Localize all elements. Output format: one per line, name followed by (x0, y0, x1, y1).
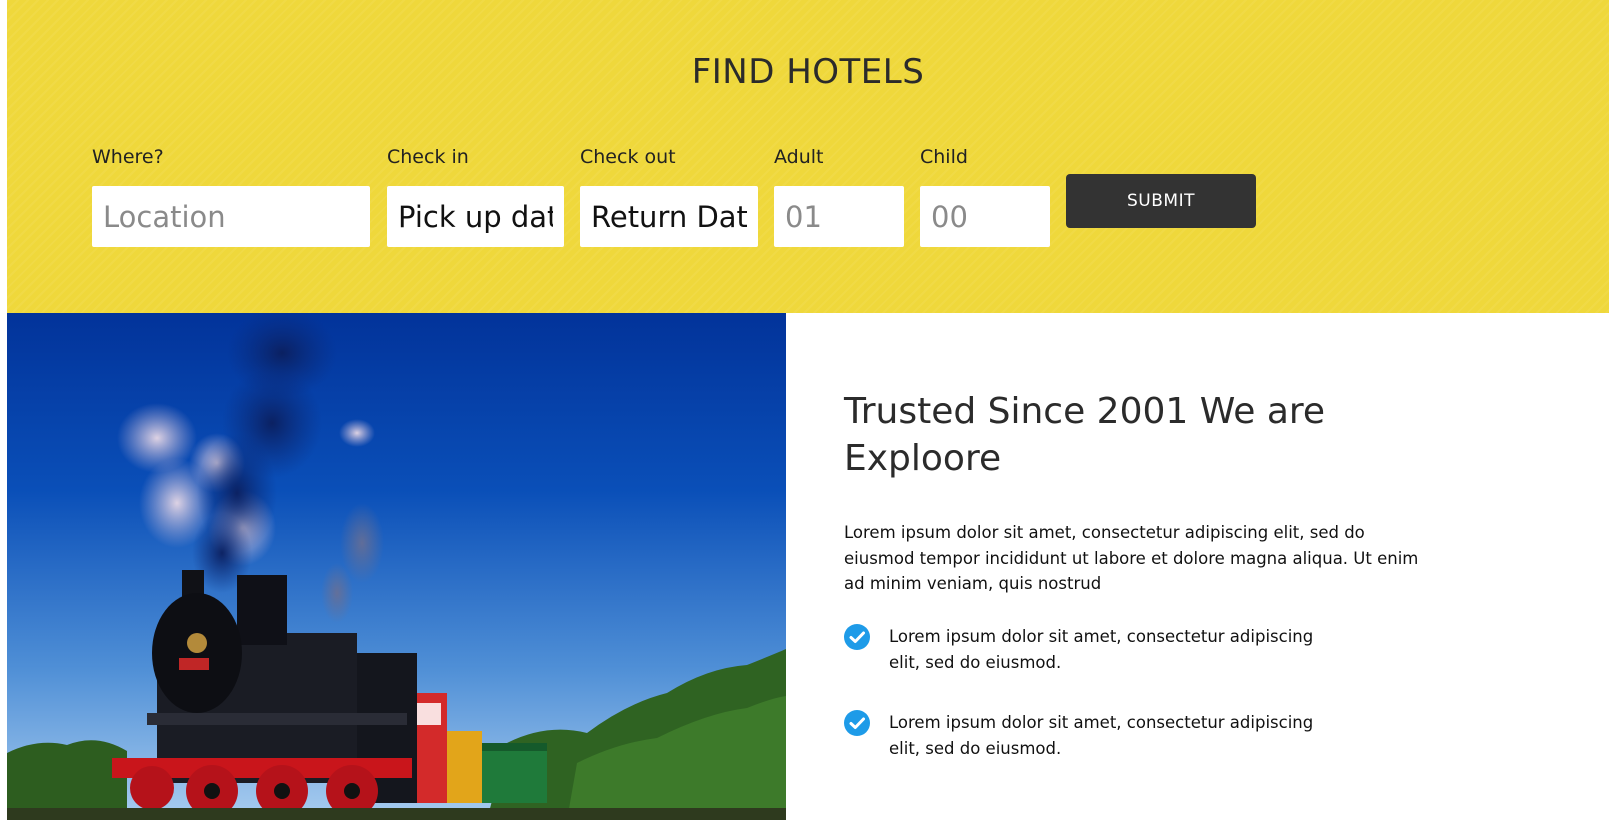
feature-item: Lorem ipsum dolor sit amet, consectetur … (844, 710, 1404, 761)
feature-text: Lorem ipsum dolor sit amet, consectetur … (889, 627, 1314, 672)
about-section: Trusted Since 2001 We are Exploore Lorem… (844, 388, 1444, 758)
locomotive-image (7, 313, 786, 820)
check-circle-icon (844, 624, 870, 650)
check-out-input[interactable] (580, 186, 758, 247)
check-in-label: Check in (387, 146, 469, 168)
feature-item: Lorem ipsum dolor sit amet, consectetur … (844, 624, 1404, 675)
check-circle-icon (844, 710, 870, 736)
adult-label: Adult (774, 146, 824, 168)
where-label: Where? (92, 146, 164, 168)
about-paragraph: Lorem ipsum dolor sit amet, consectetur … (844, 523, 1419, 593)
child-input[interactable] (920, 186, 1050, 247)
child-label: Child (920, 146, 968, 168)
about-heading: Trusted Since 2001 We are Exploore (844, 391, 1326, 479)
feature-text: Lorem ipsum dolor sit amet, consectetur … (889, 713, 1314, 758)
hotel-search-section: FIND HOTELS Where? Check in Check out Ad… (7, 0, 1609, 313)
location-input[interactable] (92, 186, 370, 247)
check-out-label: Check out (580, 146, 676, 168)
adult-input[interactable] (774, 186, 904, 247)
search-title: FIND HOTELS (691, 52, 925, 92)
submit-button[interactable]: SUBMIT (1066, 174, 1256, 228)
check-in-input[interactable] (387, 186, 564, 247)
